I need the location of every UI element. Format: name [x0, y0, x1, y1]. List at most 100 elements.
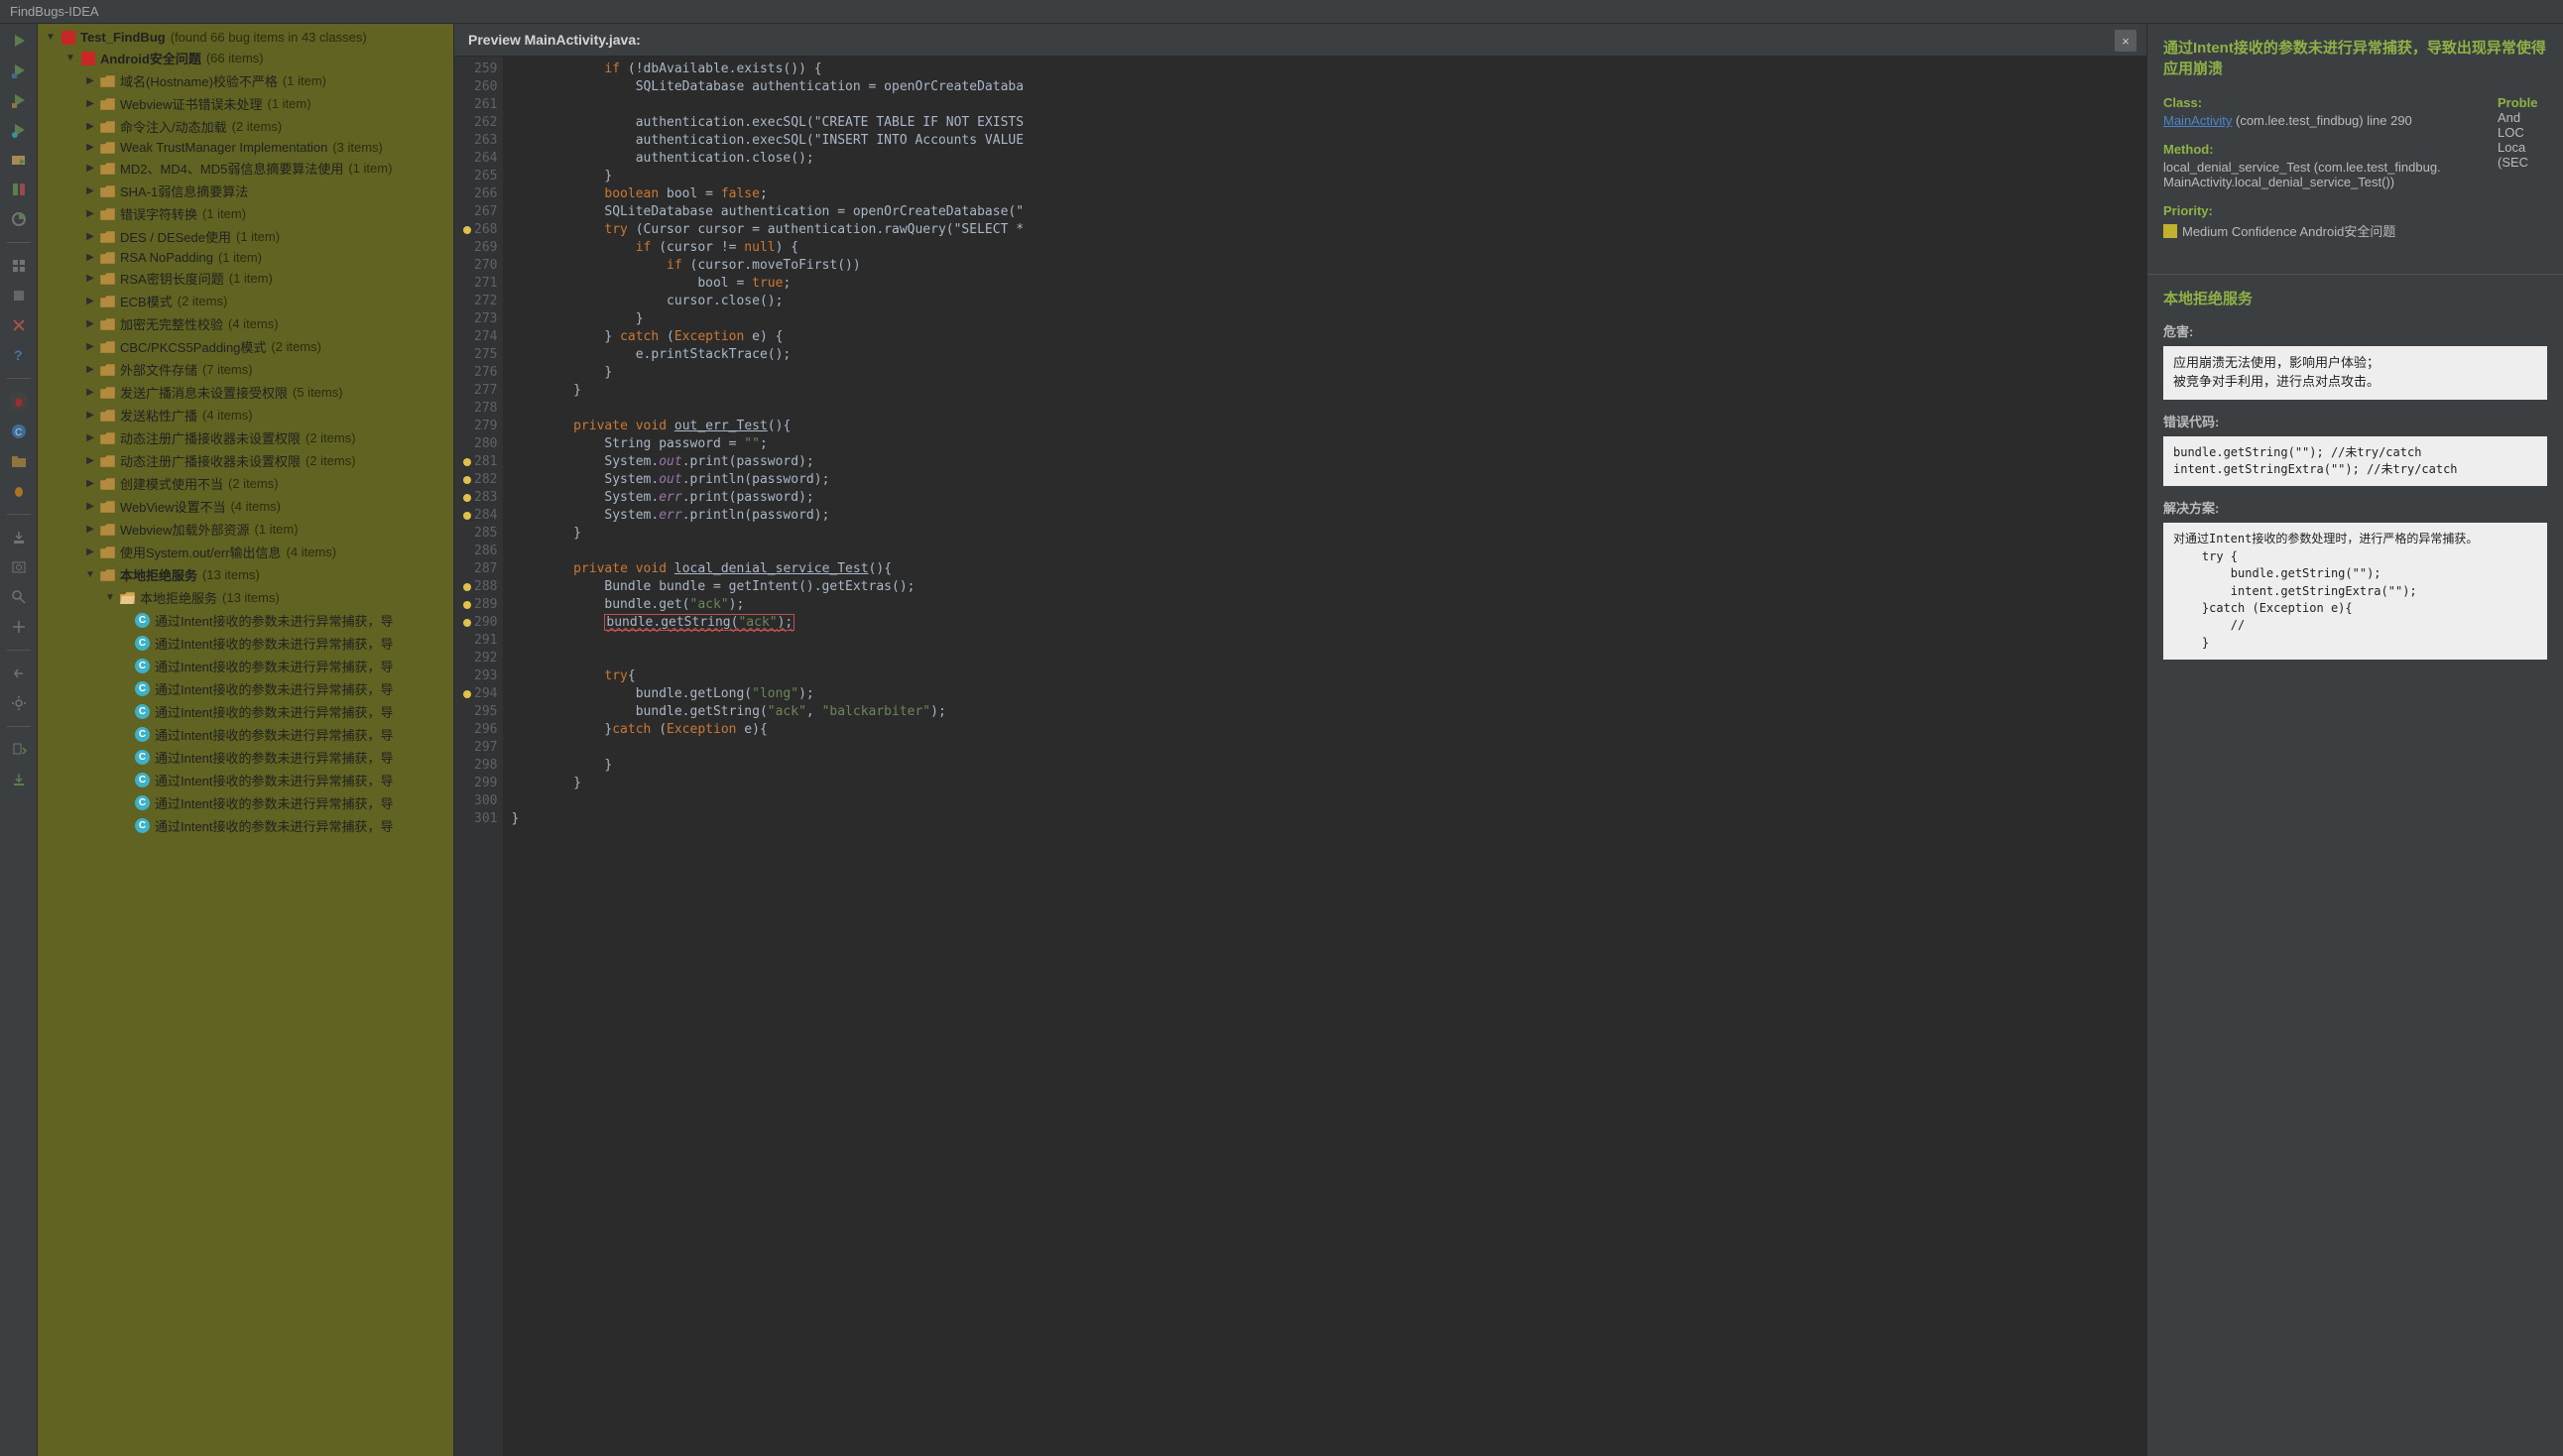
- chevron-right-icon[interactable]: ▶: [85, 547, 95, 557]
- play-module-icon[interactable]: [10, 61, 28, 79]
- tree-category[interactable]: ▶动态注册广播接收器未设置权限 (2 items): [38, 449, 453, 472]
- tree-category[interactable]: ▶WebView设置不当 (4 items): [38, 495, 453, 518]
- tree-category[interactable]: ▶使用System.out/err输出信息 (4 items): [38, 541, 453, 563]
- chevron-right-icon[interactable]: ▶: [85, 365, 95, 375]
- stop-icon[interactable]: [10, 287, 28, 304]
- tree-group[interactable]: ▼ Android安全问题 (66 items): [38, 47, 453, 69]
- help-icon[interactable]: ?: [10, 346, 28, 364]
- chevron-right-icon[interactable]: ▶: [85, 99, 95, 109]
- chevron-right-icon[interactable]: ▶: [85, 122, 95, 132]
- tree-category[interactable]: ▶RSA NoPadding (1 item): [38, 248, 453, 267]
- tree-category[interactable]: ▶域名(Hostname)校验不严格 (1 item): [38, 69, 453, 92]
- play-icon[interactable]: [10, 32, 28, 50]
- bug-item[interactable]: C通过Intent接收的参数未进行异常捕获，导: [38, 632, 453, 655]
- code-area[interactable]: 2592602612622632642652662672682692702712…: [454, 57, 2146, 1456]
- chevron-right-icon[interactable]: ▶: [85, 209, 95, 219]
- chevron-right-icon[interactable]: ▶: [85, 342, 95, 352]
- tree-category[interactable]: ▶Webview加载外部资源 (1 item): [38, 518, 453, 541]
- magnify-icon[interactable]: [10, 588, 28, 606]
- tree-category[interactable]: ▶DES / DESede使用 (1 item): [38, 225, 453, 248]
- chevron-right-icon[interactable]: ▶: [85, 502, 95, 512]
- tree-root[interactable]: ▼ Test_FindBug (found 66 bug items in 43…: [38, 28, 453, 47]
- chevron-down-icon[interactable]: ▼: [85, 570, 95, 580]
- search-in-icon[interactable]: [10, 558, 28, 576]
- bug-item[interactable]: C通过Intent接收的参数未进行异常捕获，导: [38, 791, 453, 814]
- tree-category[interactable]: ▶错误字符转换 (1 item): [38, 202, 453, 225]
- chevron-right-icon[interactable]: ▶: [85, 186, 95, 196]
- tree-category[interactable]: ▶MD2、MD4、MD5弱信息摘要算法使用 (1 item): [38, 157, 453, 180]
- folder-run-icon[interactable]: [10, 151, 28, 169]
- category-count: (1 item): [229, 271, 273, 286]
- chevron-right-icon[interactable]: ▶: [85, 143, 95, 153]
- tree-subcategory-open[interactable]: ▼ 本地拒绝服务 (13 items): [38, 586, 453, 609]
- chevron-right-icon[interactable]: ▶: [85, 297, 95, 306]
- chevron-down-icon[interactable]: ▼: [46, 33, 56, 43]
- import-icon[interactable]: [10, 771, 28, 789]
- bug-item[interactable]: C通过Intent接收的参数未进行异常捕获，导: [38, 609, 453, 632]
- play-package-icon[interactable]: [10, 91, 28, 109]
- close-preview-button[interactable]: ×: [2115, 30, 2136, 52]
- grid-icon[interactable]: [10, 257, 28, 275]
- tree-category[interactable]: ▶外部文件存储 (7 items): [38, 358, 453, 381]
- bug-item[interactable]: C通过Intent接收的参数未进行异常捕获，导: [38, 814, 453, 837]
- chevron-right-icon[interactable]: ▶: [85, 319, 95, 329]
- folder-brown-icon[interactable]: [10, 452, 28, 470]
- tree-category[interactable]: ▶RSA密钥长度问题 (1 item): [38, 267, 453, 290]
- folder-icon: [100, 295, 115, 307]
- diff-icon[interactable]: [10, 181, 28, 198]
- chevron-right-icon[interactable]: ▶: [85, 232, 95, 242]
- bug-tree-panel[interactable]: ▼ Test_FindBug (found 66 bug items in 43…: [38, 24, 454, 1456]
- bug-item[interactable]: C通过Intent接收的参数未进行异常捕获，导: [38, 655, 453, 677]
- tree-category[interactable]: ▶加密无完整性校验 (4 items): [38, 312, 453, 335]
- settings-icon[interactable]: [10, 694, 28, 712]
- filter-c-icon[interactable]: C: [10, 423, 28, 440]
- tree-category[interactable]: ▶ECB模式 (2 items): [38, 290, 453, 312]
- nav-prev-icon[interactable]: [10, 665, 28, 682]
- method-text: local_denial_service_Test (com.lee.test_…: [2163, 160, 2478, 189]
- bug-item[interactable]: C通过Intent接收的参数未进行异常捕获，导: [38, 700, 453, 723]
- chevron-down-icon[interactable]: ▼: [105, 593, 115, 603]
- play-class-icon[interactable]: [10, 121, 28, 139]
- chevron-right-icon[interactable]: ▶: [85, 479, 95, 489]
- tree-category[interactable]: ▶SHA-1弱信息摘要算法: [38, 180, 453, 202]
- chevron-right-icon[interactable]: ▶: [85, 274, 95, 284]
- bug-red-icon[interactable]: [10, 393, 28, 411]
- chevron-right-icon[interactable]: ▶: [85, 433, 95, 443]
- bug-item[interactable]: C通过Intent接收的参数未进行异常捕获，导: [38, 723, 453, 746]
- tree-category[interactable]: ▶Webview证书错误未处理 (1 item): [38, 92, 453, 115]
- chevron-right-icon[interactable]: ▶: [85, 164, 95, 174]
- folder-icon: [100, 120, 115, 133]
- category-count: (1 item): [283, 73, 326, 88]
- bug-item[interactable]: C通过Intent接收的参数未进行异常捕获，导: [38, 769, 453, 791]
- pie-icon[interactable]: [10, 210, 28, 228]
- close-red-icon[interactable]: [10, 316, 28, 334]
- bug-orange-icon[interactable]: [10, 482, 28, 500]
- bug-item[interactable]: C通过Intent接收的参数未进行异常捕获，导: [38, 677, 453, 700]
- chevron-right-icon[interactable]: ▶: [85, 411, 95, 421]
- chevron-right-icon[interactable]: ▶: [85, 253, 95, 263]
- tree-category[interactable]: ▶发送广播消息未设置接受权限 (5 items): [38, 381, 453, 404]
- chevron-right-icon[interactable]: ▶: [85, 456, 95, 466]
- folder-icon: [100, 251, 115, 264]
- chevron-down-icon[interactable]: ▼: [65, 54, 75, 63]
- tree-category[interactable]: ▶Weak TrustManager Implementation (3 ite…: [38, 138, 453, 157]
- chevron-right-icon[interactable]: ▶: [85, 525, 95, 535]
- collapse-icon[interactable]: [10, 618, 28, 636]
- tree-category-open[interactable]: ▼ 本地拒绝服务 (13 items): [38, 563, 453, 586]
- bug-item[interactable]: C通过Intent接收的参数未进行异常捕获，导: [38, 746, 453, 769]
- class-link[interactable]: MainActivity: [2163, 113, 2232, 128]
- tree-category[interactable]: ▶动态注册广播接收器未设置权限 (2 items): [38, 426, 453, 449]
- details-panel[interactable]: 通过Intent接收的参数未进行异常捕获，导致出现异常使得应用崩溃 Class:…: [2146, 24, 2563, 1456]
- folder-icon: [100, 141, 115, 154]
- export2-icon[interactable]: [10, 741, 28, 759]
- bug-label: 通过Intent接收的参数未进行异常捕获，导: [155, 793, 394, 812]
- export-icon[interactable]: [10, 529, 28, 546]
- tree-category[interactable]: ▶发送粘性广播 (4 items): [38, 404, 453, 426]
- section-title: 本地拒绝服务: [2163, 289, 2547, 309]
- tree-category[interactable]: ▶命令注入/动态加载 (2 items): [38, 115, 453, 138]
- chevron-right-icon[interactable]: ▶: [85, 76, 95, 86]
- tree-category[interactable]: ▶创建模式使用不当 (2 items): [38, 472, 453, 495]
- tree-category[interactable]: ▶CBC/PKCS5Padding模式 (2 items): [38, 335, 453, 358]
- folder-icon: [100, 477, 115, 490]
- chevron-right-icon[interactable]: ▶: [85, 388, 95, 398]
